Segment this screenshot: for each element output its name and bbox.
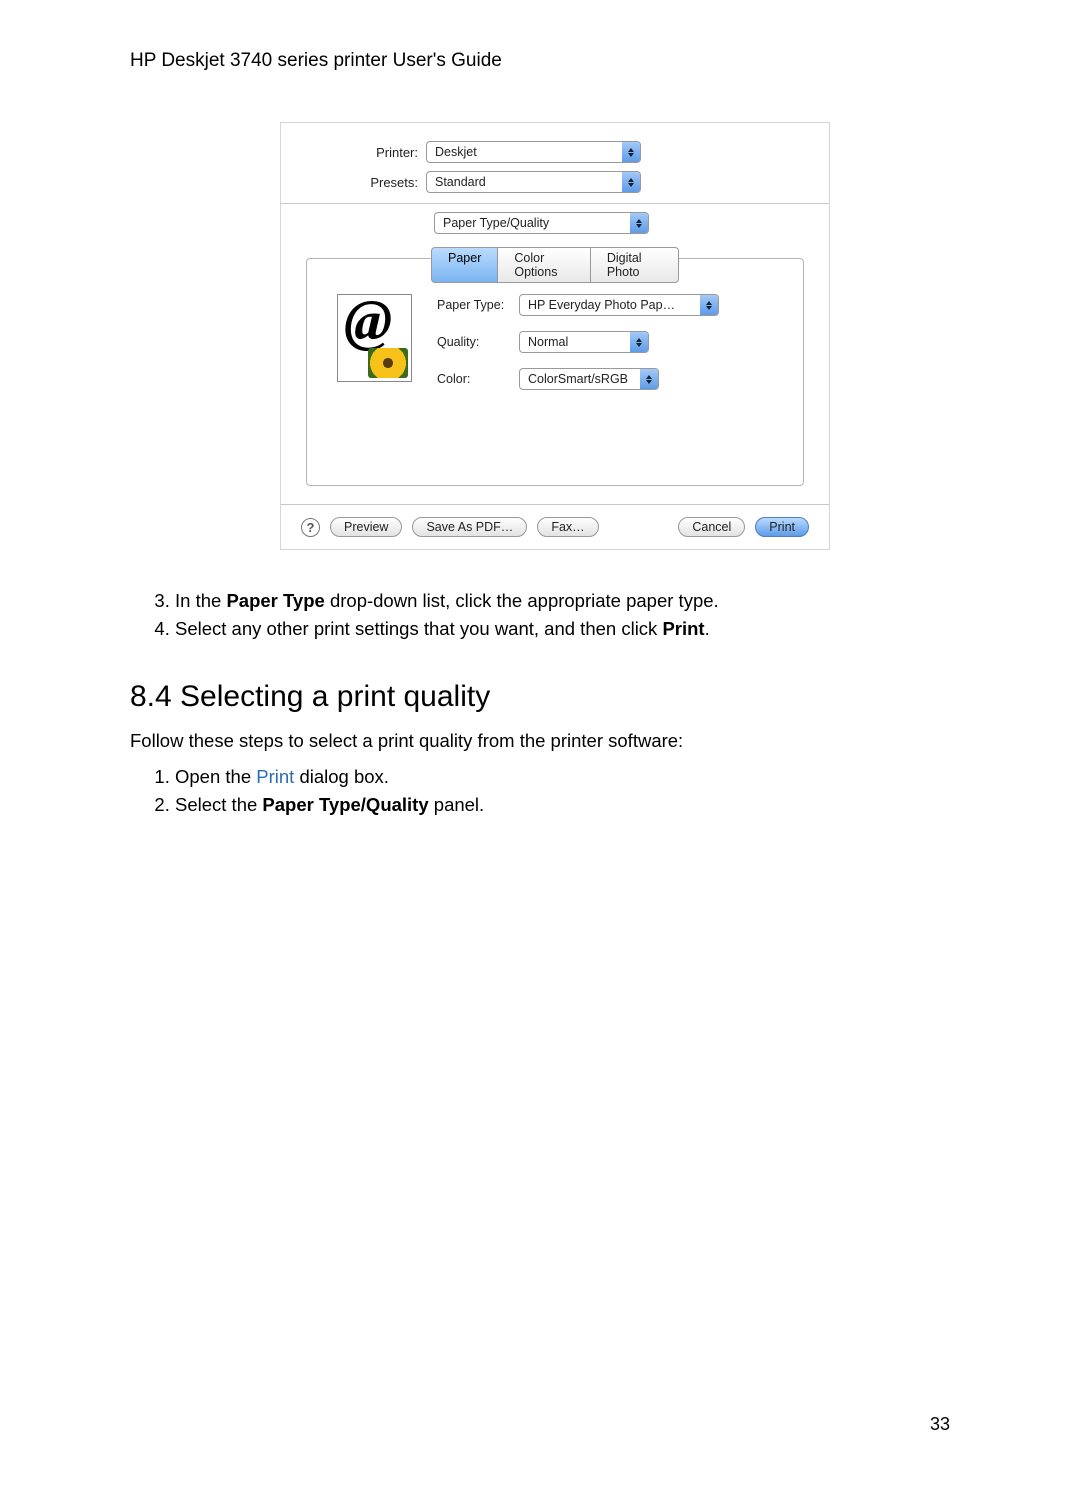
preview-button[interactable]: Preview [330,517,402,537]
tab-digital-photo[interactable]: Digital Photo [591,247,679,283]
updown-icon [700,295,718,315]
tab-frame: Paper Color Options Digital Photo @ Pape… [306,258,804,486]
presets-value: Standard [427,175,622,189]
updown-icon [622,142,640,162]
text: dialog box. [294,766,389,787]
print-link[interactable]: Print [256,766,294,787]
text: In the [175,590,226,611]
thumbnail-flower-icon [368,348,408,378]
paper-tab-content: @ Paper Type: HP Everyday Photo Pap… Qua… [327,294,783,405]
help-icon[interactable]: ? [301,518,320,537]
quality-select[interactable]: Normal [519,331,649,353]
panel-value: Paper Type/Quality [435,216,630,230]
instructions-upper: In the Paper Type drop-down list, click … [130,590,980,640]
printer-value: Deskjet [427,145,622,159]
color-label: Color: [437,372,519,386]
print-button[interactable]: Print [755,517,809,537]
preview-thumbnail: @ [337,294,412,382]
text: panel. [429,794,485,815]
quality-row: Quality: Normal [437,331,783,353]
text: Select any other print settings that you… [175,618,662,639]
presets-label: Presets: [301,175,426,190]
text: drop-down list, click the appropriate pa… [325,590,719,611]
tab-paper[interactable]: Paper [431,247,498,283]
fax-button[interactable]: Fax… [537,517,598,537]
color-select[interactable]: ColorSmart/sRGB [519,368,659,390]
bold-text: Print [662,618,704,639]
text: Open the [175,766,256,787]
paper-type-label: Paper Type: [437,298,519,312]
instructions-lower: Open the Print dialog box. Select the Pa… [130,766,980,816]
paper-type-value: HP Everyday Photo Pap… [520,298,700,312]
bold-text: Paper Type/Quality [262,794,428,815]
updown-icon [622,172,640,192]
printer-label: Printer: [301,145,426,160]
document-header: HP Deskjet 3740 series printer User's Gu… [130,50,980,72]
presets-row: Presets: Standard [301,171,809,193]
tab-color-options[interactable]: Color Options [498,247,590,283]
printer-row: Printer: Deskjet [301,141,809,163]
section-intro: Follow these steps to select a print qua… [130,730,980,752]
cancel-button[interactable]: Cancel [678,517,745,537]
instruction-4: Select any other print settings that you… [175,618,980,640]
dialog-footer: ? Preview Save As PDF… Fax… Cancel Print [301,517,809,537]
text: . [705,618,710,639]
updown-icon [630,332,648,352]
print-dialog: Printer: Deskjet Presets: Standard Paper… [280,122,830,550]
quality-value: Normal [520,335,630,349]
field-rows: Paper Type: HP Everyday Photo Pap… Quali… [437,294,783,405]
bold-text: Paper Type [226,590,324,611]
instruction-2: Select the Paper Type/Quality panel. [175,794,980,816]
updown-icon [640,369,658,389]
paper-type-select[interactable]: HP Everyday Photo Pap… [519,294,719,316]
instruction-3: In the Paper Type drop-down list, click … [175,590,980,612]
panel-row: Paper Type/Quality [301,212,809,234]
save-as-pdf-button[interactable]: Save As PDF… [412,517,527,537]
thumbnail-at-glyph: @ [344,294,392,354]
paper-type-row: Paper Type: HP Everyday Photo Pap… [437,294,783,316]
separator [281,504,829,505]
printer-select[interactable]: Deskjet [426,141,641,163]
instruction-1: Open the Print dialog box. [175,766,980,788]
updown-icon [630,213,648,233]
color-value: ColorSmart/sRGB [520,372,640,386]
section-heading: 8.4 Selecting a print quality [130,680,980,714]
presets-select[interactable]: Standard [426,171,641,193]
text: Select the [175,794,262,815]
separator [281,203,829,204]
color-row: Color: ColorSmart/sRGB [437,368,783,390]
page-number: 33 [930,1414,950,1435]
tab-strip: Paper Color Options Digital Photo [431,247,679,283]
quality-label: Quality: [437,335,519,349]
panel-select[interactable]: Paper Type/Quality [434,212,649,234]
